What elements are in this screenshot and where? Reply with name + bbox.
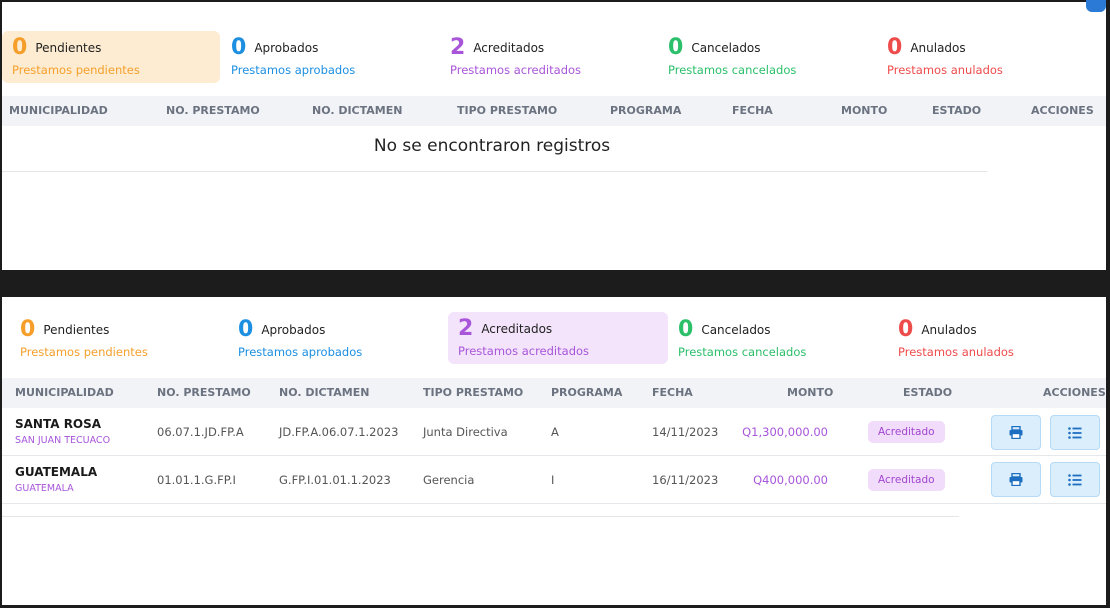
fecha-cell: 14/11/2023: [652, 425, 719, 439]
stat-title: Anulados: [921, 323, 977, 337]
fecha-cell: 16/11/2023: [652, 473, 719, 487]
printer-icon: [1009, 426, 1023, 439]
table-row: SANTA ROSA SAN JUAN TECUACO 06.07.1.JD.F…: [2, 408, 1106, 456]
stat-subtitle: Prestamos anulados: [898, 345, 1014, 359]
stat-title: Cancelados: [691, 41, 761, 55]
stat-title: Cancelados: [701, 323, 771, 337]
stat-pendientes[interactable]: 0 Pendientes Prestamos pendientes: [10, 313, 222, 365]
stat-aprobados[interactable]: 0 Aprobados Prestamos aprobados: [228, 313, 440, 365]
stat-subtitle: Prestamos acreditados: [450, 63, 582, 77]
stat-subtitle: Prestamos aprobados: [231, 63, 356, 77]
stat-pendientes[interactable]: 0 Pendientes Prestamos pendientes: [2, 31, 220, 83]
col-fecha[interactable]: FECHA: [732, 96, 773, 126]
col-no-prestamo[interactable]: NO. PRESTAMO: [166, 96, 260, 126]
programa-cell: A: [551, 425, 559, 439]
stat-count: 0: [12, 35, 28, 60]
stat-cancelados[interactable]: 0 Cancelados Prestamos cancelados: [658, 31, 876, 83]
no-prestamo-cell: 01.01.1.G.FP.I: [157, 473, 236, 487]
divider: [2, 516, 959, 517]
stat-count: 0: [887, 35, 903, 60]
col-no-prestamo[interactable]: NO. PRESTAMO: [157, 378, 251, 408]
stat-subtitle: Prestamos cancelados: [668, 63, 797, 77]
tipo-cell: Junta Directiva: [423, 425, 508, 439]
col-estado[interactable]: ESTADO: [932, 96, 981, 126]
col-programa[interactable]: PROGRAMA: [551, 378, 622, 408]
col-monto[interactable]: MONTO: [787, 378, 833, 408]
stat-title: Aprobados: [254, 41, 319, 55]
status-badge: Acreditado: [868, 421, 945, 443]
monto-cell: Q400,000.00: [753, 473, 828, 487]
col-programa[interactable]: PROGRAMA: [610, 96, 681, 126]
divider: [2, 171, 987, 172]
table-header: MUNICIPALIDAD NO. PRESTAMO NO. DICTAMEN …: [2, 96, 1106, 126]
col-monto[interactable]: MONTO: [841, 96, 887, 126]
col-acciones: ACCIONES: [1031, 104, 1094, 117]
no-dictamen-cell: G.FP.I.01.01.1.2023: [279, 473, 391, 487]
stat-subtitle: Prestamos anulados: [887, 63, 1003, 77]
no-prestamo-cell: 06.07.1.JD.FP.A: [157, 425, 244, 439]
stat-count: 0: [20, 317, 36, 342]
municipalidad-cell: GUATEMALA GUATEMALA: [15, 465, 97, 494]
list-icon: [1068, 426, 1082, 439]
stat-count: 0: [238, 317, 254, 342]
stat-acreditados[interactable]: 2 Acreditados Prestamos acreditados: [448, 312, 668, 364]
stat-count: 2: [450, 35, 466, 60]
stat-title: Pendientes: [35, 41, 102, 55]
stat-title: Aprobados: [261, 323, 326, 337]
col-acciones: ACCIONES: [1043, 386, 1106, 399]
corner-button[interactable]: [1086, 0, 1106, 12]
col-municipalidad[interactable]: MUNICIPALIDAD: [9, 96, 108, 126]
col-fecha[interactable]: FECHA: [652, 378, 693, 408]
stat-count: 0: [678, 317, 694, 342]
municipalidad-cell: SANTA ROSA SAN JUAN TECUACO: [15, 417, 110, 446]
print-button[interactable]: [991, 415, 1041, 450]
stat-count: 0: [898, 317, 914, 342]
stat-anulados[interactable]: 0 Anulados Prestamos anulados: [888, 313, 1100, 365]
stat-title: Acreditados: [473, 41, 545, 55]
programa-cell: I: [551, 473, 555, 487]
no-dictamen-cell: JD.FP.A.06.07.1.2023: [279, 425, 399, 439]
stat-anulados[interactable]: 0 Anulados Prestamos anulados: [877, 31, 1095, 83]
stat-title: Anulados: [910, 41, 966, 55]
list-icon: [1068, 473, 1082, 486]
col-tipo-prestamo[interactable]: TIPO PRESTAMO: [457, 96, 557, 126]
stat-count: 0: [231, 35, 247, 60]
stat-subtitle: Prestamos pendientes: [20, 345, 148, 359]
stat-subtitle: Prestamos cancelados: [678, 345, 807, 359]
municipalidad-name: SANTA ROSA: [15, 417, 102, 431]
top-panel: 0 Pendientes Prestamos pendientes 0 Aproba…: [2, 0, 1106, 270]
printer-icon: [1009, 473, 1023, 486]
stat-subtitle: Prestamos pendientes: [12, 63, 140, 77]
detail-list-button[interactable]: [1050, 415, 1100, 450]
stat-acreditados[interactable]: 2 Acreditados Prestamos acreditados: [440, 31, 658, 83]
monto-cell: Q1,300,000.00: [742, 425, 828, 439]
col-no-dictamen[interactable]: NO. DICTAMEN: [279, 378, 369, 408]
municipalidad-name: GUATEMALA: [15, 465, 98, 479]
stat-cancelados[interactable]: 0 Cancelados Prestamos cancelados: [668, 313, 880, 365]
bottom-panel: 0 Pendientes Prestamos pendientes 0 Aproba…: [2, 297, 1106, 605]
col-municipalidad[interactable]: MUNICIPALIDAD: [15, 378, 114, 408]
col-no-dictamen[interactable]: NO. DICTAMEN: [312, 96, 402, 126]
stat-count: 0: [668, 35, 684, 60]
stat-title: Acreditados: [481, 322, 553, 336]
stat-title: Pendientes: [43, 323, 110, 337]
status-badge: Acreditado: [868, 469, 945, 491]
col-estado[interactable]: ESTADO: [903, 378, 952, 408]
municipio-name: SAN JUAN TECUACO: [15, 435, 111, 446]
stat-count: 2: [458, 316, 474, 341]
col-tipo-prestamo[interactable]: TIPO PRESTAMO: [423, 378, 523, 408]
tipo-cell: Gerencia: [423, 473, 475, 487]
stat-subtitle: Prestamos acreditados: [458, 344, 590, 358]
detail-list-button[interactable]: [1050, 462, 1100, 497]
municipio-name: GUATEMALA: [15, 483, 74, 494]
stat-aprobados[interactable]: 0 Aprobados Prestamos aprobados: [221, 31, 439, 83]
stat-subtitle: Prestamos aprobados: [238, 345, 363, 359]
print-button[interactable]: [991, 462, 1041, 497]
table-header: MUNICIPALIDAD NO. PRESTAMO NO. DICTAMEN …: [2, 378, 1106, 408]
empty-message: No se encontraron registros: [373, 136, 611, 156]
table-row: GUATEMALA GUATEMALA 01.01.1.G.FP.I G.FP.…: [2, 456, 1106, 504]
